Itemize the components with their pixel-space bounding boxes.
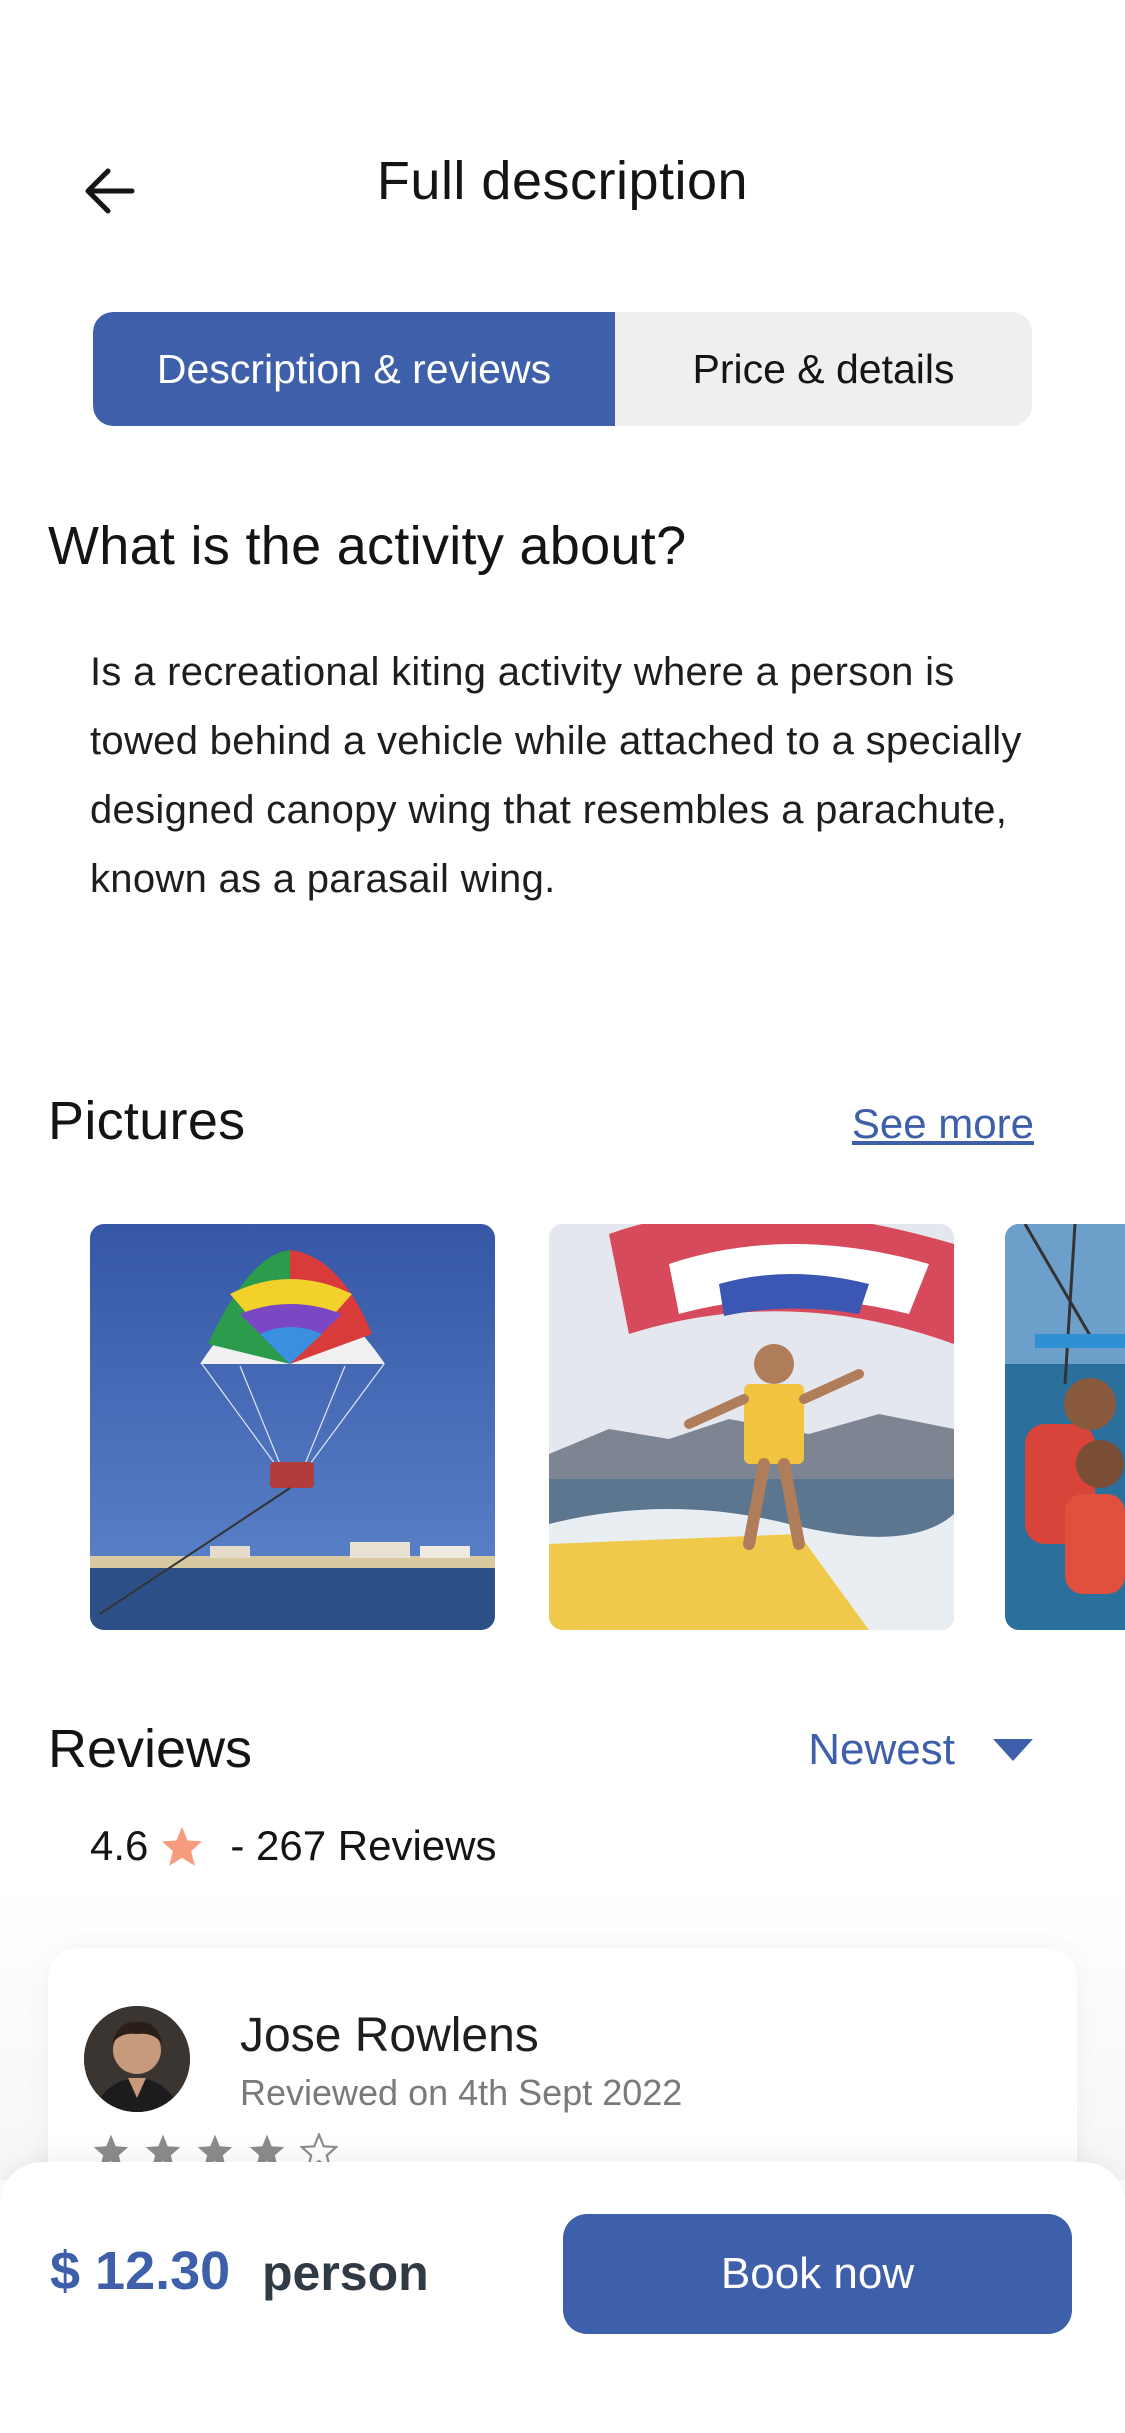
picture-gallery[interactable] (90, 1224, 1125, 1630)
star-icon (162, 1826, 203, 1866)
tab-bar: Description & reviews Price & details (93, 312, 1032, 426)
tab-description-reviews[interactable]: Description & reviews (93, 312, 615, 426)
gallery-photo-parasail-boat[interactable] (549, 1224, 954, 1630)
sort-dropdown[interactable]: Newest (808, 1725, 1035, 1775)
top-bar: Full description (0, 120, 1125, 240)
reviews-section-title: Reviews (48, 1719, 253, 1779)
sort-label: Newest (808, 1725, 955, 1774)
page-title: Full description (376, 151, 749, 211)
reviewer-name: Jose Rowlens (240, 2009, 539, 2062)
book-now-button[interactable]: Book now (563, 2214, 1072, 2334)
caret-down-icon (993, 1739, 1033, 1761)
average-rating: 4.6 (90, 1822, 149, 1869)
gallery-photo-parasail-sky[interactable] (90, 1224, 495, 1630)
price: $ 12.30 (50, 2241, 231, 2301)
review-date: Reviewed on 4th Sept 2022 (240, 2072, 683, 2113)
booking-bar: $ 12.30 person Book now (0, 2162, 1125, 2433)
gallery-photo-parasail-riders[interactable] (1005, 1224, 1125, 1630)
about-description: Is a recreational kiting activity where … (90, 650, 1022, 901)
see-more-link[interactable]: See more (852, 1100, 1034, 1148)
pictures-section-title: Pictures (48, 1091, 246, 1151)
about-section-title: What is the activity about? (48, 516, 687, 576)
avatar (84, 2006, 190, 2112)
review-count: - 267 Reviews (230, 1822, 497, 1869)
rating-summary: 4.6 - 267 Reviews (90, 1822, 497, 1870)
tab-price-details[interactable]: Price & details (615, 312, 1032, 426)
price-unit: person (262, 2245, 429, 2301)
